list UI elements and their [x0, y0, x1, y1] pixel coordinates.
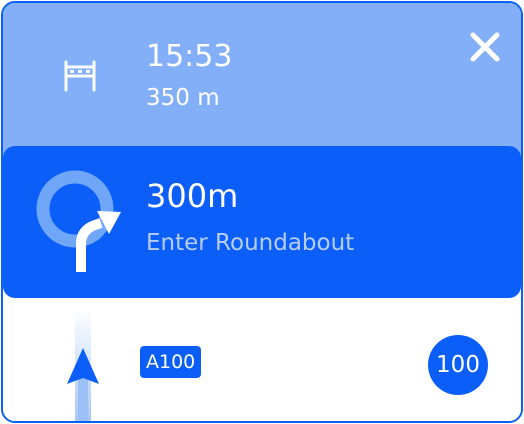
road-name-badge: A100: [140, 346, 202, 378]
roundabout-icon: [36, 170, 121, 272]
close-icon[interactable]: [467, 29, 503, 65]
maneuver-panel: 300m Enter Roundabout: [3, 146, 521, 298]
maneuver-distance: 300m: [146, 177, 239, 215]
arrival-time: 15:53: [146, 39, 233, 74]
barrier-icon: [64, 60, 96, 92]
navigation-card: 15:53 350 m 300m Enter Roundabout A100 1…: [1, 1, 523, 423]
current-road-panel: A100 100: [3, 298, 521, 421]
remaining-distance: 350 m: [146, 85, 220, 111]
speed-limit-badge: 100: [428, 335, 488, 395]
position-arrow-icon: [67, 308, 99, 421]
maneuver-instruction: Enter Roundabout: [146, 230, 355, 256]
